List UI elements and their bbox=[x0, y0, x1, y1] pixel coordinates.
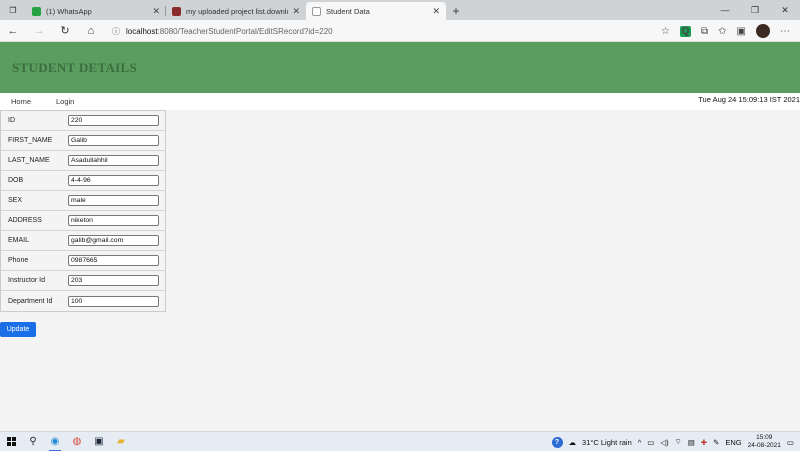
clock-date: 24-08-2021 bbox=[747, 442, 781, 449]
pen-icon[interactable]: ✎ bbox=[713, 438, 719, 447]
app-tray-icon[interactable]: ▤ bbox=[688, 438, 695, 447]
current-datetime: Tue Aug 24 15:09:13 IST 2021 bbox=[698, 95, 800, 104]
favorite-star-icon[interactable]: ☆ bbox=[661, 26, 670, 37]
form-row-phone: Phone bbox=[1, 251, 165, 271]
volume-icon[interactable]: ◁) bbox=[660, 438, 668, 447]
field-label: LAST_NAME bbox=[8, 157, 50, 164]
chrome-icon[interactable]: ◍ bbox=[66, 432, 88, 451]
clock-time: 15:09 bbox=[756, 434, 773, 441]
department-id-field[interactable] bbox=[68, 295, 159, 307]
field-label: FIRST_NAME bbox=[8, 137, 53, 144]
form-row-first-name: FIRST_NAME bbox=[1, 131, 165, 151]
tab-title: my uploaded project list.downlo bbox=[186, 6, 289, 16]
form-row-id: ID bbox=[1, 111, 165, 131]
weather-text[interactable]: 31°C Light rain bbox=[582, 438, 632, 447]
window-controls: — ❐ ✕ bbox=[710, 0, 800, 20]
clock[interactable]: 15:09 24-08-2021 bbox=[748, 434, 781, 450]
edge-browser-icon[interactable]: ◉ bbox=[44, 432, 66, 451]
address-bar-row: ← → ↻ ⌂ ⓘ localhost:8080/TeacherStudentP… bbox=[0, 20, 800, 42]
close-window-icon[interactable]: ✕ bbox=[770, 0, 800, 20]
student-edit-form: ID FIRST_NAME LAST_NAME DOB SEX ADDRESS … bbox=[0, 110, 166, 312]
system-tray: ? ☁ 31°C Light rain ^ ▭ ◁) ⌔ ▤ ✚ ✎ ENG 1… bbox=[551, 432, 800, 451]
file-explorer-icon[interactable]: ▰ bbox=[110, 432, 132, 451]
close-tab-icon[interactable]: ✕ bbox=[432, 6, 440, 17]
update-button[interactable]: Update bbox=[0, 322, 36, 337]
extension-q-icon[interactable]: Q bbox=[680, 25, 692, 37]
tab-student-data[interactable]: Student Data ✕ bbox=[306, 2, 446, 20]
field-label: Department Id bbox=[8, 297, 53, 305]
forward-icon[interactable]: → bbox=[26, 20, 52, 42]
collections-icon[interactable]: ▣ bbox=[737, 26, 746, 37]
tab-whatsapp[interactable]: (1) WhatsApp ✕ bbox=[26, 2, 166, 20]
wifi-icon[interactable]: ⌔ bbox=[675, 437, 682, 447]
restore-icon[interactable]: ❐ bbox=[740, 0, 770, 20]
tab-actions-icon: ❐ bbox=[9, 5, 17, 15]
more-menu-icon[interactable]: ⋯ bbox=[780, 26, 790, 37]
field-label: EMAIL bbox=[8, 237, 30, 244]
browser-tab-strip: ❐ (1) WhatsApp ✕ my uploaded project lis… bbox=[0, 0, 800, 20]
field-label: Phone bbox=[8, 257, 29, 264]
nav-login-link[interactable]: Login bbox=[56, 97, 74, 106]
field-label: Instructor Id bbox=[8, 277, 45, 284]
start-button[interactable] bbox=[0, 432, 22, 451]
url-path: :8080/TeacherStudentPortal/EditSRecord?i… bbox=[157, 26, 333, 36]
top-nav: Home Login Tue Aug 24 15:09:13 IST 2021 bbox=[0, 93, 800, 110]
home-icon[interactable]: ⌂ bbox=[78, 20, 104, 42]
address-field[interactable] bbox=[68, 215, 159, 226]
phone-field[interactable] bbox=[68, 255, 159, 266]
help-icon[interactable]: ? bbox=[551, 436, 563, 448]
language-indicator[interactable]: ENG bbox=[725, 438, 741, 447]
form-row-department-id: Department Id bbox=[1, 291, 165, 311]
favorites-list-icon[interactable]: ✩ bbox=[718, 26, 726, 37]
browser-toolbar: ☆ Q ⧉ ✩ ▣ ⋯ bbox=[661, 20, 790, 42]
back-icon[interactable]: ← bbox=[0, 20, 26, 42]
network-icon[interactable]: ▭ bbox=[647, 438, 654, 447]
field-label: SEX bbox=[8, 197, 23, 204]
tab-actions-button[interactable]: ❐ bbox=[0, 0, 26, 20]
chevron-up-icon[interactable]: ^ bbox=[638, 438, 642, 447]
whatsapp-icon bbox=[32, 6, 41, 16]
tab-title: (1) WhatsApp bbox=[46, 6, 92, 16]
minimize-icon[interactable]: — bbox=[710, 0, 740, 20]
form-row-address: ADDRESS bbox=[1, 211, 165, 231]
close-tab-icon[interactable]: ✕ bbox=[152, 6, 160, 17]
field-label: ADDRESS bbox=[8, 217, 42, 224]
url-field[interactable]: ⓘ localhost:8080/TeacherStudentPortal/Ed… bbox=[112, 20, 628, 42]
windows-logo-icon bbox=[6, 437, 16, 446]
new-tab-button[interactable]: + bbox=[446, 2, 466, 20]
search-icon[interactable]: ⚲ bbox=[22, 432, 44, 451]
sex-field[interactable] bbox=[68, 195, 159, 206]
profile-avatar[interactable] bbox=[756, 24, 770, 38]
email-field[interactable] bbox=[68, 235, 159, 246]
nav-home-link[interactable]: Home bbox=[11, 97, 31, 106]
tab-project-list[interactable]: my uploaded project list.downlo ✕ bbox=[166, 2, 306, 20]
form-row-instructor-id: Instructor Id bbox=[1, 271, 165, 291]
info-icon[interactable]: ⓘ bbox=[112, 26, 126, 37]
form-row-email: EMAIL bbox=[1, 231, 165, 251]
url-host: localhost bbox=[126, 26, 158, 36]
dob-field[interactable] bbox=[68, 175, 159, 186]
weather-icon[interactable]: ☁ bbox=[569, 438, 577, 447]
extensions-puzzle-icon[interactable]: ⧉ bbox=[701, 26, 708, 37]
page-title: STUDENT DETAILS bbox=[12, 60, 138, 75]
tab-title: Student Data bbox=[326, 6, 370, 16]
form-row-sex: SEX bbox=[1, 191, 165, 211]
instructor-id-field[interactable] bbox=[68, 275, 159, 286]
id-field[interactable] bbox=[68, 115, 159, 126]
first-name-field[interactable] bbox=[68, 135, 159, 146]
terminal-icon[interactable]: ▣ bbox=[88, 432, 110, 451]
form-row-dob: DOB bbox=[1, 171, 165, 191]
close-tab-icon[interactable]: ✕ bbox=[292, 6, 300, 17]
notification-icon[interactable]: ▭ bbox=[787, 438, 794, 447]
form-row-last-name: LAST_NAME bbox=[1, 151, 165, 171]
refresh-icon[interactable]: ↻ bbox=[52, 20, 78, 42]
field-label: DOB bbox=[8, 177, 24, 184]
tray-app-icon[interactable]: ✚ bbox=[701, 438, 707, 447]
page-icon bbox=[312, 6, 321, 16]
page-header-banner: STUDENT DETAILS bbox=[0, 42, 800, 93]
windows-taskbar: ⚲ ◉ ◍ ▣ ▰ ? ☁ 31°C Light rain ^ ▭ ◁) ⌔ ▤… bbox=[0, 431, 800, 451]
last-name-field[interactable] bbox=[68, 155, 159, 166]
document-icon bbox=[172, 6, 181, 16]
field-label: ID bbox=[8, 117, 15, 124]
